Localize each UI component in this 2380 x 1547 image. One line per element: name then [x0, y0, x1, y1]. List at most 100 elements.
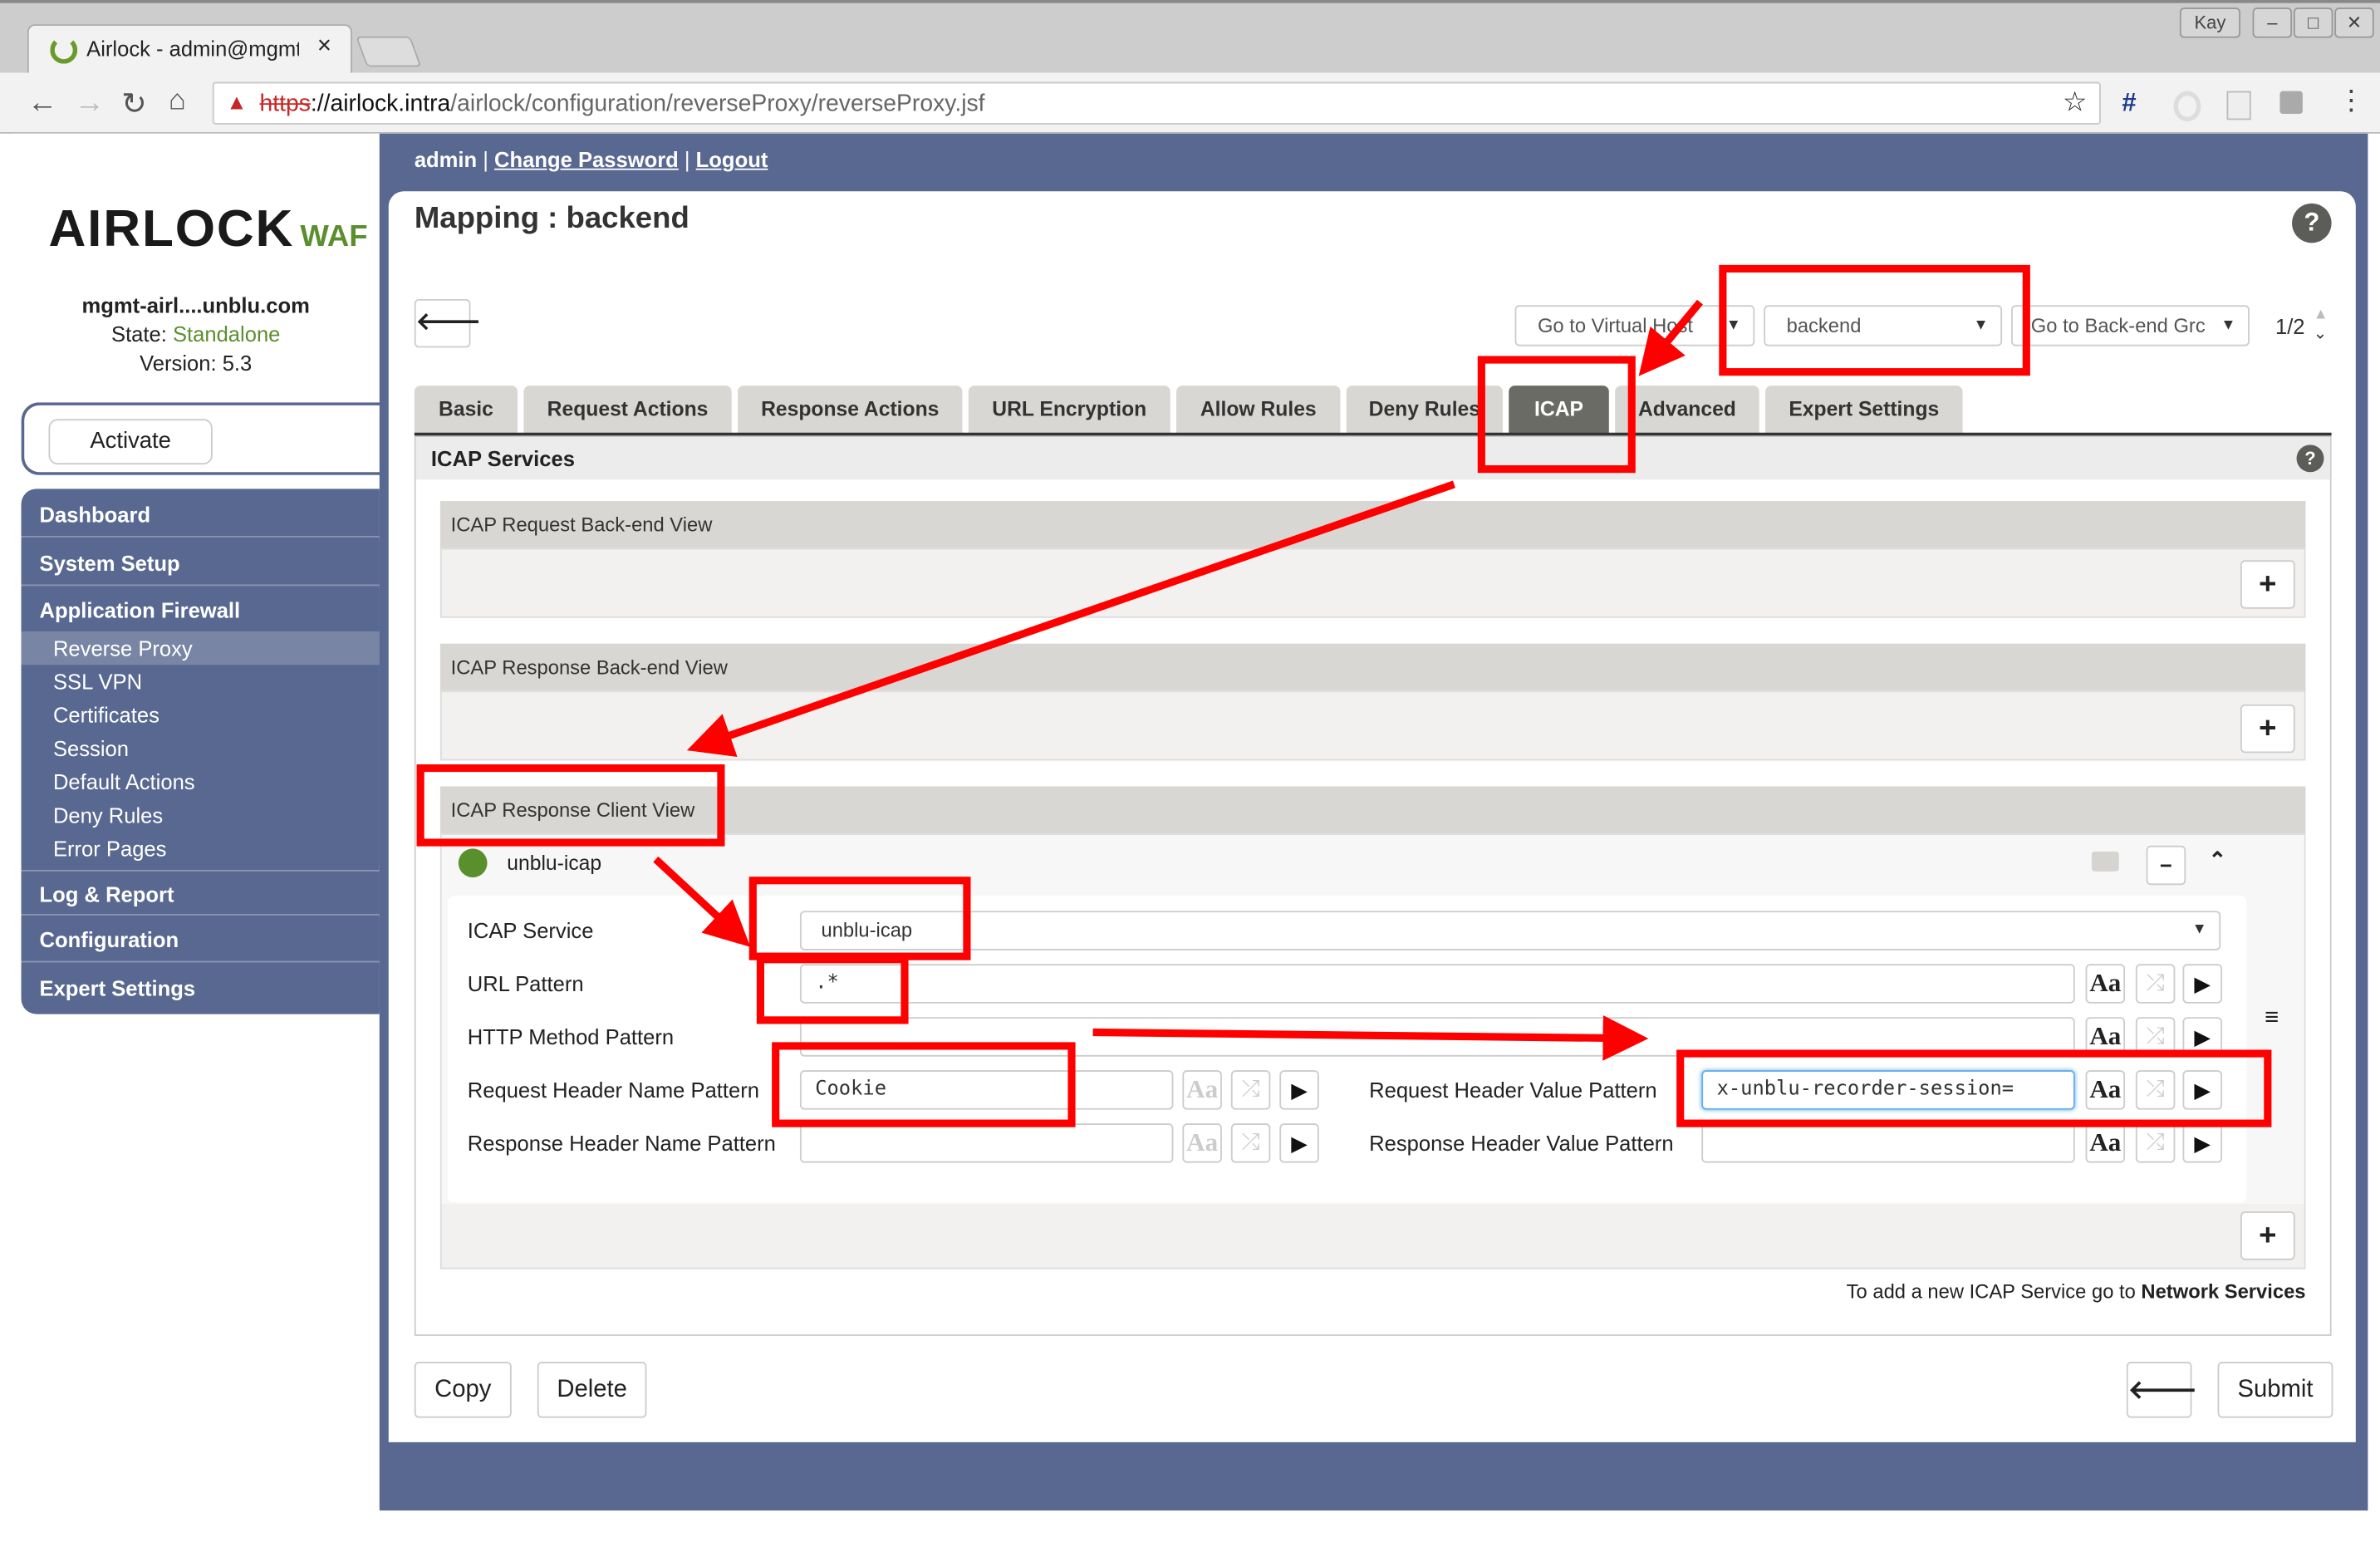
- resp-header-value-label: Response Header Value Pattern: [1369, 1131, 1674, 1156]
- tab-allow-rules[interactable]: Allow Rules: [1176, 386, 1341, 435]
- change-password-link[interactable]: Change Password: [494, 147, 679, 171]
- req-name-case-toggle[interactable]: Aa: [1182, 1070, 1222, 1110]
- http-method-label: HTTP Method Pattern: [467, 1024, 675, 1049]
- add-response-client-button[interactable]: +: [2240, 1211, 2295, 1260]
- resp-header-name-input[interactable]: [799, 1123, 1174, 1163]
- airlock-logo: AIRLOCK WAF: [48, 200, 368, 258]
- collapse-minus-button[interactable]: −: [2146, 845, 2186, 886]
- nav-expert-settings[interactable]: Expert Settings: [21, 965, 380, 1011]
- maximize-icon[interactable]: □: [2293, 7, 2333, 38]
- section-help-icon[interactable]: ?: [2296, 444, 2324, 473]
- version: Version: 5.3: [140, 351, 253, 376]
- comment-icon[interactable]: [2091, 852, 2119, 872]
- icap-service-select[interactable]: unblu-icap ▼: [799, 911, 2221, 950]
- user-badge[interactable]: Kay: [2179, 7, 2240, 38]
- nav-system-setup[interactable]: System Setup: [21, 540, 380, 587]
- icap-service-label: ICAP Service: [467, 918, 594, 943]
- req-name-shuffle-icon[interactable]: ⤮: [1230, 1070, 1271, 1110]
- page-title: Mapping : backend: [414, 202, 689, 236]
- nav-error-pages[interactable]: Error Pages: [21, 832, 380, 866]
- goto-backend-group-select[interactable]: Go to Back-end Grc ▼: [2011, 305, 2250, 346]
- url-case-sensitive-toggle[interactable]: Aa: [2085, 964, 2126, 1004]
- add-request-backend-button[interactable]: +: [2240, 560, 2295, 609]
- bookmark-star-icon[interactable]: ☆: [2063, 86, 2087, 118]
- nav-certificates[interactable]: Certificates: [21, 698, 380, 732]
- add-response-backend-button[interactable]: +: [2240, 704, 2295, 754]
- drag-handle-icon[interactable]: ≡: [2265, 1005, 2279, 1033]
- help-icon[interactable]: ?: [2292, 203, 2332, 243]
- nav-default-actions[interactable]: Default Actions: [21, 764, 380, 799]
- tab-response-actions[interactable]: Response Actions: [738, 386, 963, 435]
- new-tab-button[interactable]: [356, 36, 422, 67]
- tab-request-actions[interactable]: Request Actions: [523, 386, 732, 435]
- tab-advanced[interactable]: Advanced: [1615, 386, 1759, 435]
- resp-name-shuffle-icon[interactable]: ⤮: [1230, 1123, 1271, 1163]
- nav-reverse-proxy[interactable]: Reverse Proxy: [21, 631, 380, 665]
- http-method-input[interactable]: [799, 1017, 2075, 1057]
- url-bar[interactable]: ▲ https://airlock.intra/airlock/configur…: [212, 81, 2101, 125]
- req-header-name-input[interactable]: Cookie: [799, 1070, 1174, 1110]
- nav-log-report[interactable]: Log & Report: [21, 869, 380, 916]
- req-value-shuffle-icon[interactable]: ⤮: [2135, 1070, 2176, 1110]
- home-icon[interactable]: ⌂: [169, 85, 186, 118]
- close-window-icon[interactable]: ✕: [2334, 7, 2374, 38]
- url-pattern-input[interactable]: .*: [799, 964, 2075, 1004]
- browser-tab[interactable]: Airlock - admin@mgmt ×: [27, 24, 352, 73]
- req-header-value-label: Request Header Value Pattern: [1369, 1078, 1657, 1103]
- extension-doc-icon[interactable]: [2226, 91, 2251, 120]
- extension-ring-icon[interactable]: [2173, 91, 2201, 122]
- mapping-select[interactable]: backend ▼: [1764, 305, 2003, 346]
- req-name-play-icon[interactable]: ▶: [1279, 1070, 1319, 1110]
- goto-virtual-host-select[interactable]: Go to Virtual Host ▼: [1514, 305, 1755, 346]
- menu-kebab-icon[interactable]: ⋮: [2338, 85, 2365, 116]
- resp-value-case-toggle[interactable]: Aa: [2085, 1123, 2126, 1163]
- tab-url-encryption[interactable]: URL Encryption: [968, 386, 1170, 435]
- submit-button[interactable]: Submit: [2217, 1361, 2333, 1418]
- close-tab-icon[interactable]: ×: [317, 33, 331, 61]
- tab-deny-rules[interactable]: Deny Rules: [1346, 386, 1503, 435]
- resp-value-play-icon[interactable]: ▶: [2182, 1123, 2223, 1163]
- hash-extension-icon[interactable]: #: [2122, 88, 2136, 119]
- req-value-play-icon[interactable]: ▶: [2182, 1070, 2223, 1110]
- footnote: To add a new ICAP Service go to Network …: [1846, 1279, 2306, 1303]
- url-text: https://airlock.intra/airlock/configurat…: [259, 91, 985, 117]
- resp-value-shuffle-icon[interactable]: ⤮: [2135, 1123, 2176, 1163]
- tab-title: Airlock - admin@mgmt: [86, 36, 299, 61]
- back-arrow-button[interactable]: 🡐: [414, 298, 481, 348]
- req-header-value-input[interactable]: x-unblu-recorder-session=: [1701, 1070, 2075, 1110]
- tab-expert-settings[interactable]: Expert Settings: [1765, 386, 1963, 435]
- url-pattern-label: URL Pattern: [467, 971, 584, 996]
- resp-header-value-input[interactable]: [1701, 1123, 2075, 1163]
- nav-ssl-vpn[interactable]: SSL VPN: [21, 665, 380, 699]
- method-case-sensitive-toggle[interactable]: Aa: [2085, 1017, 2126, 1057]
- resp-name-case-toggle[interactable]: Aa: [1182, 1123, 1222, 1163]
- chevron-up-icon[interactable]: ⌃: [2209, 847, 2226, 873]
- url-play-icon[interactable]: ▶: [2182, 964, 2223, 1004]
- logout-link[interactable]: Logout: [696, 147, 768, 171]
- pager-down-icon[interactable]: ⌄: [2314, 323, 2328, 343]
- minimize-icon[interactable]: –: [2252, 7, 2293, 38]
- resp-name-play-icon[interactable]: ▶: [1279, 1123, 1319, 1163]
- nav-configuration[interactable]: Configuration: [21, 916, 380, 963]
- nav-deny-rules[interactable]: Deny Rules: [21, 798, 380, 832]
- tab-basic[interactable]: Basic: [414, 386, 518, 435]
- back-button[interactable]: 🡐: [2126, 1361, 2197, 1418]
- reload-icon[interactable]: ↻: [121, 85, 147, 123]
- method-invert-shuffle-icon[interactable]: ⤮: [2135, 1017, 2176, 1057]
- forward-icon[interactable]: →: [75, 86, 106, 121]
- tab-icap[interactable]: ICAP: [1509, 386, 1609, 435]
- activate-button[interactable]: Activate: [48, 419, 213, 465]
- url-invert-shuffle-icon[interactable]: ⤮: [2135, 964, 2176, 1004]
- pager-up-icon[interactable]: ▲: [2314, 307, 2328, 323]
- network-services-link[interactable]: Network Services: [2141, 1279, 2305, 1302]
- extension-copy-icon[interactable]: [2279, 91, 2303, 115]
- state: State: Standalone: [111, 322, 281, 346]
- nav-session[interactable]: Session: [21, 731, 380, 765]
- req-value-case-toggle[interactable]: Aa: [2085, 1070, 2126, 1110]
- copy-button[interactable]: Copy: [414, 1361, 512, 1418]
- method-play-icon[interactable]: ▶: [2182, 1017, 2223, 1057]
- delete-button[interactable]: Delete: [537, 1361, 647, 1418]
- nav-dashboard[interactable]: Dashboard: [21, 492, 380, 538]
- nav-application-firewall[interactable]: Application Firewall: [21, 587, 380, 633]
- back-icon[interactable]: ←: [27, 86, 58, 121]
